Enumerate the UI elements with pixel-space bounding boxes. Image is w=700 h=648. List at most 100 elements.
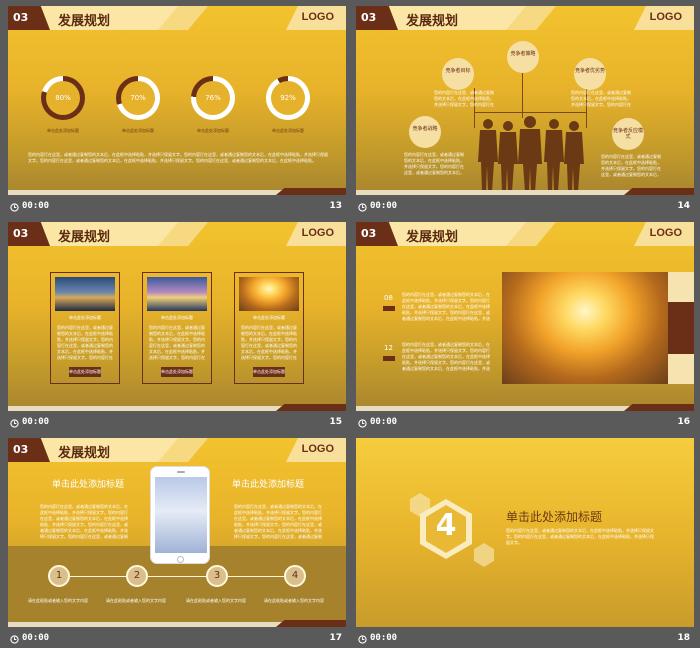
bubble-text: 您的内容打在这里，或者通过复制您的文本后，在此框中选择粘贴，并选择只保留文字。您…: [404, 152, 464, 175]
photo-card: 单击此处添加标题 您的内容打在这里，或者通过复制您的文本后，在此框中选择粘贴，并…: [142, 272, 212, 384]
slide-title: 发展规划: [58, 446, 111, 461]
step-circle: 3: [206, 565, 228, 587]
section-digit: 4: [435, 508, 457, 543]
card-text: 您的内容打在这里，或者通过复制您的文本后，在此框中选择粘贴，并选择只保留文字。您…: [57, 325, 113, 360]
timing-icon: [358, 635, 367, 644]
card-text: 您的内容打在这里，或者通过复制您的文本后，在此框中选择粘贴，并选择只保留文字。您…: [149, 325, 205, 360]
logo: LOGO: [649, 227, 682, 239]
year-marker: [383, 356, 395, 361]
card-title: 单击此处添加标题: [253, 315, 285, 320]
slide-number: 13: [329, 201, 342, 211]
timing-icon: [358, 203, 367, 212]
slide-footer: 00:00 15: [8, 411, 346, 437]
photo-card: 单击此处添加标题 您的内容打在这里，或者通过复制您的文本后，在此框中选择粘贴，并…: [50, 272, 120, 384]
slide-15: 03 发展规划 LOGO 单击此处添加标题 您的内容打在这里，或者通过复制您的文…: [8, 222, 346, 411]
right-heading: 单击此处添加标题: [232, 480, 305, 490]
accent-block: [668, 354, 694, 384]
slide-timing: 00:00: [370, 417, 398, 427]
slide-footer: 00:00 17: [8, 627, 346, 648]
left-heading: 单击此处添加标题: [51, 480, 124, 490]
step-text: 请在此粘贴或者输入您的文字内容: [106, 598, 166, 603]
phone-mockup: [150, 466, 210, 564]
competitor-bubble: 竞争者策略: [507, 41, 539, 73]
timing-icon: [10, 419, 19, 428]
bubble-text: 您的内容打在这里，或者通过复制您的文本后，在此框中选择粘贴，并选择只保留文字。您…: [571, 90, 631, 107]
competitor-bubble: 竞争者目标: [442, 58, 474, 90]
slide-title: 发展规划: [58, 14, 111, 29]
slide-number: 17: [329, 633, 342, 643]
bubble-text: 您的内容打在这里，或者通过复制您的文本后，在此框中选择粘贴，并选择只保留文字。您…: [434, 90, 494, 107]
competitor-bubble: 竞争者优劣势: [574, 58, 606, 90]
right-text: 您的内容打在这里，或者通过复制您的文本后，在此框中选择粘贴，并选择只保留文字。您…: [234, 504, 322, 539]
card-button[interactable]: 单击此处添加标题: [69, 367, 101, 377]
slide-number: 15: [329, 417, 342, 427]
landmark-photo: [147, 277, 207, 311]
step-circle: 1: [48, 565, 70, 587]
body-text: 您的内容打在这里，或者通过复制您的文本后，在此框中选择粘贴，并选择只保留文字。您…: [28, 152, 328, 163]
step-text: 请在此粘贴或者输入您的文字内容: [28, 598, 88, 603]
clouds-sunset-photo: [502, 272, 668, 384]
slide-thumbnail-17[interactable]: 03 发展规划 LOGO 单击此处添加标题 您的内容打在这里，或者通过复制您的文…: [8, 438, 346, 648]
logo: LOGO: [649, 11, 682, 23]
timing-icon: [10, 203, 19, 212]
card-button[interactable]: 单击此处添加标题: [253, 367, 285, 377]
slide-thumbnail-14[interactable]: 03 发展规划 LOGO 竞争者目标 竞争者策略 竞争者优劣势 竞争者战略 竞争…: [356, 6, 694, 221]
slide-13: 03 发展规划 LOGO 80% 70% 76% 92% 单击此处添加标题 单击…: [8, 6, 346, 195]
slide-footer: 00:00 13: [8, 195, 346, 221]
timing-icon: [10, 635, 19, 644]
slide-14: 03 发展规划 LOGO 竞争者目标 竞争者策略 竞争者优劣势 竞争者战略 竞争…: [356, 6, 694, 195]
year-marker: [383, 306, 395, 311]
card-title: 单击此处添加标题: [161, 315, 193, 320]
year-label: 12: [384, 344, 393, 352]
step-circle: 2: [126, 565, 148, 587]
card-text: 您的内容打在这里，或者通过复制您的文本后，在此框中选择粘贴，并选择只保留文字。您…: [241, 325, 297, 360]
slide-number: 14: [677, 201, 690, 211]
bubble-text: 您的内容打在这里，或者通过复制您的文本后，在此框中选择粘贴，并选择只保留文字。您…: [601, 154, 661, 177]
slide-thumbnail-18[interactable]: 4 单击此处添加标题 您的内容打在这里，或者通过复制您的文本后，在此框中选择粘贴…: [356, 438, 694, 648]
left-text: 您的内容打在这里，或者通过复制您的文本后，在此框中选择粘贴，并选择只保留文字。您…: [40, 504, 128, 539]
slide-timing: 00:00: [22, 633, 50, 643]
card-button[interactable]: 单击此处添加标题: [161, 367, 193, 377]
step-text: 请在此粘贴或者输入您的文字内容: [264, 598, 324, 603]
section-title: 单击此处添加标题: [506, 510, 603, 524]
competitor-bubble: 竞争者反应模式: [612, 118, 644, 150]
progress-donut: 92%: [266, 76, 310, 120]
logo: LOGO: [301, 227, 334, 239]
photo-card: 单击此处添加标题 您的内容打在这里，或者通过复制您的文本后，在此框中选择粘贴，并…: [234, 272, 304, 384]
slide-title: 发展规划: [58, 230, 111, 245]
progress-donut: 76%: [191, 76, 235, 120]
slide-title: 发展规划: [406, 230, 459, 245]
donut-value: 92%: [271, 81, 305, 115]
slide-timing: 00:00: [22, 417, 50, 427]
sunset-photo: [239, 277, 299, 311]
slide-number: 16: [677, 417, 690, 427]
donut-caption: 单击此处添加标题: [122, 128, 154, 133]
timeline-text: 您的内容打在这里，或者通过复制您的文本后，在此框中选择粘贴，并选择只保留文字。您…: [402, 342, 490, 371]
slide-timing: 00:00: [370, 633, 398, 643]
logo: LOGO: [301, 11, 334, 23]
slide-thumbnail-15[interactable]: 03 发展规划 LOGO 单击此处添加标题 您的内容打在这里，或者通过复制您的文…: [8, 222, 346, 437]
city-photo: [55, 277, 115, 311]
slide-footer: 00:00 18: [356, 627, 694, 648]
business-people-silhouette: [478, 116, 584, 192]
donut-caption: 单击此处添加标题: [47, 128, 79, 133]
slide-18: 4 单击此处添加标题 您的内容打在这里，或者通过复制您的文本后，在此框中选择粘贴…: [356, 438, 694, 627]
slide-timing: 00:00: [22, 201, 50, 211]
year-label: 08: [384, 294, 393, 302]
step-circle: 4: [284, 565, 306, 587]
progress-donut: 80%: [41, 76, 85, 120]
section-body: 您的内容打在这里，或者通过复制您的文本后，在此框中选择粘贴，并选择只保留文字。您…: [506, 528, 654, 545]
logo: LOGO: [301, 443, 334, 455]
donut-caption: 单击此处添加标题: [272, 128, 304, 133]
donut-caption: 单击此处添加标题: [197, 128, 229, 133]
slide-footer: 00:00 14: [356, 195, 694, 221]
slide-thumbnail-16[interactable]: 03 发展规划 LOGO 08 您的内容打在这里，或者通过复制您的文本后，在此框…: [356, 222, 694, 437]
slide-16: 03 发展规划 LOGO 08 您的内容打在这里，或者通过复制您的文本后，在此框…: [356, 222, 694, 411]
slide-title: 发展规划: [406, 14, 459, 29]
timeline-text: 您的内容打在这里，或者通过复制您的文本后，在此框中选择粘贴，并选择只保留文字。您…: [402, 292, 490, 321]
slide-thumbnail-13[interactable]: 03 发展规划 LOGO 80% 70% 76% 92% 单击此处添加标题 单击…: [8, 6, 346, 221]
card-title: 单击此处添加标题: [69, 315, 101, 320]
slide-timing: 00:00: [370, 201, 398, 211]
slide-17: 03 发展规划 LOGO 单击此处添加标题 您的内容打在这里，或者通过复制您的文…: [8, 438, 346, 627]
timing-icon: [358, 419, 367, 428]
